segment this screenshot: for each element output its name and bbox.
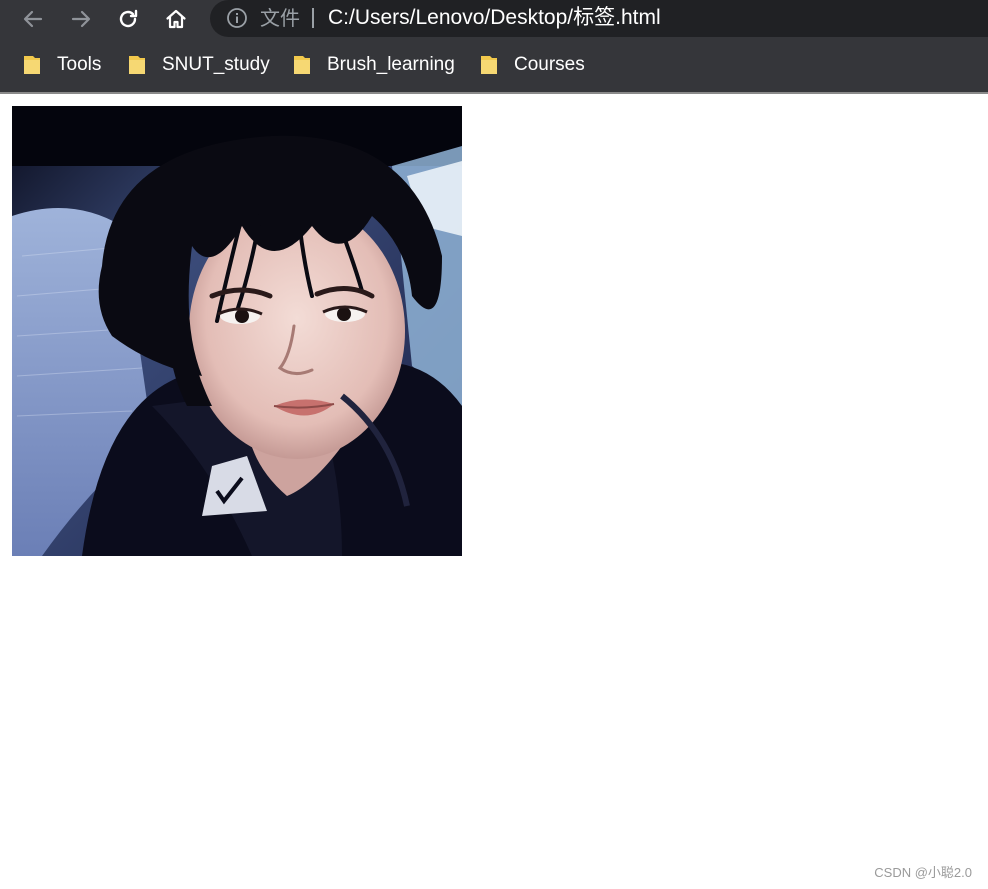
bookmarks-bar: Tools SNUT_study Brush_learning Courses — [0, 38, 988, 92]
watermark-text: CSDN @小聪2.0 — [874, 865, 972, 880]
bookmark-label: Courses — [514, 54, 585, 75]
back-button[interactable] — [17, 3, 49, 35]
browser-toolbar: 文件 C:/Users/Lenovo/Desktop/标签.html — [0, 0, 988, 38]
portrait-illustration — [12, 106, 462, 556]
portrait-image — [12, 106, 462, 556]
bookmark-tools[interactable]: Tools — [23, 52, 101, 78]
arrow-left-icon — [23, 10, 43, 28]
bookmark-label: Tools — [57, 54, 102, 75]
bookmark-label: Brush_learning — [327, 54, 455, 75]
reload-button[interactable] — [112, 3, 144, 35]
home-icon — [166, 9, 186, 29]
forward-button[interactable] — [65, 3, 97, 35]
bookmark-courses[interactable]: Courses — [480, 52, 585, 78]
folder-icon — [129, 56, 145, 74]
bookmark-snut-study[interactable]: SNUT_study — [128, 52, 270, 78]
page-viewport: CSDN @小聪2.0 — [0, 94, 988, 889]
folder-icon — [24, 56, 40, 74]
arrow-right-icon — [71, 10, 91, 28]
url-text[interactable]: C:/Users/Lenovo/Desktop/标签.html — [328, 5, 661, 31]
home-button[interactable] — [160, 3, 192, 35]
info-icon[interactable] — [226, 7, 248, 29]
folder-icon — [294, 56, 310, 74]
address-bar[interactable]: 文件 C:/Users/Lenovo/Desktop/标签.html — [210, 0, 988, 37]
reload-icon — [119, 9, 138, 28]
omnibox-divider — [312, 8, 314, 28]
scheme-label: 文件 — [260, 6, 300, 30]
bookmark-brush-learning[interactable]: Brush_learning — [293, 52, 455, 78]
folder-icon — [481, 56, 497, 74]
bookmark-label: SNUT_study — [162, 54, 270, 75]
